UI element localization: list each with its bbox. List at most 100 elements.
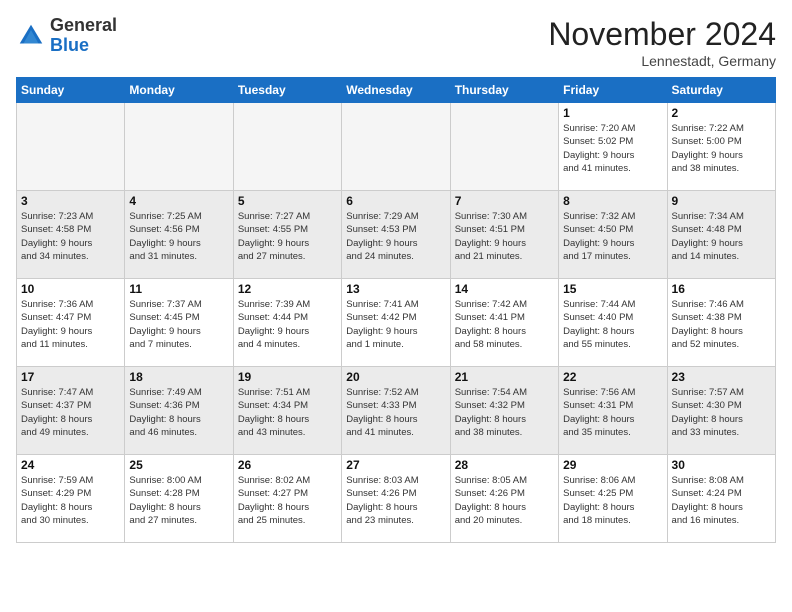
day-info: Sunrise: 7:32 AM Sunset: 4:50 PM Dayligh… [563, 210, 662, 263]
day-info: Sunrise: 7:49 AM Sunset: 4:36 PM Dayligh… [129, 386, 228, 439]
logo-blue: Blue [50, 35, 89, 55]
day-number: 26 [238, 458, 337, 472]
day-number: 10 [21, 282, 120, 296]
day-number: 18 [129, 370, 228, 384]
calendar: Sunday Monday Tuesday Wednesday Thursday… [16, 77, 776, 543]
calendar-day: 17 Sunrise: 7:47 AM Sunset: 4:37 PM Dayli… [17, 367, 125, 455]
day-number: 4 [129, 194, 228, 208]
calendar-day: 25 Sunrise: 8:00 AM Sunset: 4:28 PM Dayli… [125, 455, 233, 543]
col-saturday: Saturday [667, 78, 775, 103]
calendar-day: 9Sunrise: 7:34 AM Sunset: 4:48 PM Daylig… [667, 191, 775, 279]
calendar-day: 12Sunrise: 7:39 AM Sunset: 4:44 PM Dayli… [233, 279, 341, 367]
calendar-week-2: 10 Sunrise: 7:36 AM Sunset: 4:47 PM Dayli… [17, 279, 776, 367]
calendar-day [17, 103, 125, 191]
calendar-day [125, 103, 233, 191]
calendar-day: 10 Sunrise: 7:36 AM Sunset: 4:47 PM Dayli… [17, 279, 125, 367]
calendar-day: 28Sunrise: 8:05 AM Sunset: 4:26 PM Dayli… [450, 455, 558, 543]
day-info: Sunrise: 7:39 AM Sunset: 4:44 PM Dayligh… [238, 298, 337, 351]
calendar-day: 3Sunrise: 7:23 AM Sunset: 4:58 PM Daylig… [17, 191, 125, 279]
day-number: 22 [563, 370, 662, 384]
day-number: 23 [672, 370, 771, 384]
logo-text: General Blue [50, 16, 117, 56]
day-info: Sunrise: 8:08 AM Sunset: 4:24 PM Dayligh… [672, 474, 771, 527]
day-info: Sunrise: 7:27 AM Sunset: 4:55 PM Dayligh… [238, 210, 337, 263]
calendar-day: 23 Sunrise: 7:57 AM Sunset: 4:30 PM Dayli… [667, 367, 775, 455]
day-info: Sunrise: 8:03 AM Sunset: 4:26 PM Dayligh… [346, 474, 445, 527]
day-info: Sunrise: 8:02 AM Sunset: 4:27 PM Dayligh… [238, 474, 337, 527]
calendar-day: 5Sunrise: 7:27 AM Sunset: 4:55 PM Daylig… [233, 191, 341, 279]
calendar-day: 1 Sunrise: 7:20 AM Sunset: 5:02 PM Daylig… [559, 103, 667, 191]
day-number: 19 [238, 370, 337, 384]
calendar-day: 29Sunrise: 8:06 AM Sunset: 4:25 PM Dayli… [559, 455, 667, 543]
calendar-day [342, 103, 450, 191]
logo: General Blue [16, 16, 117, 56]
day-info: Sunrise: 7:59 AM Sunset: 4:29 PM Dayligh… [21, 474, 120, 527]
calendar-day: 24 Sunrise: 7:59 AM Sunset: 4:29 PM Dayli… [17, 455, 125, 543]
day-info: Sunrise: 7:44 AM Sunset: 4:40 PM Dayligh… [563, 298, 662, 351]
calendar-header: Sunday Monday Tuesday Wednesday Thursday… [17, 78, 776, 103]
day-info: Sunrise: 7:52 AM Sunset: 4:33 PM Dayligh… [346, 386, 445, 439]
day-number: 6 [346, 194, 445, 208]
location: Lennestadt, Germany [548, 53, 776, 69]
col-wednesday: Wednesday [342, 78, 450, 103]
day-info: Sunrise: 7:34 AM Sunset: 4:48 PM Dayligh… [672, 210, 771, 263]
day-number: 25 [129, 458, 228, 472]
day-info: Sunrise: 7:54 AM Sunset: 4:32 PM Dayligh… [455, 386, 554, 439]
calendar-day: 15Sunrise: 7:44 AM Sunset: 4:40 PM Dayli… [559, 279, 667, 367]
day-info: Sunrise: 7:47 AM Sunset: 4:37 PM Dayligh… [21, 386, 120, 439]
calendar-day: 20 Sunrise: 7:52 AM Sunset: 4:33 PM Dayli… [342, 367, 450, 455]
calendar-day: 6 Sunrise: 7:29 AM Sunset: 4:53 PM Daylig… [342, 191, 450, 279]
day-info: Sunrise: 8:06 AM Sunset: 4:25 PM Dayligh… [563, 474, 662, 527]
header: General Blue November 2024 Lennestadt, G… [16, 16, 776, 69]
title-area: November 2024 Lennestadt, Germany [548, 16, 776, 69]
day-number: 13 [346, 282, 445, 296]
page: General Blue November 2024 Lennestadt, G… [0, 0, 792, 551]
calendar-day: 19 Sunrise: 7:51 AM Sunset: 4:34 PM Dayli… [233, 367, 341, 455]
day-info: Sunrise: 7:22 AM Sunset: 5:00 PM Dayligh… [672, 122, 771, 175]
day-number: 30 [672, 458, 771, 472]
col-friday: Friday [559, 78, 667, 103]
day-number: 17 [21, 370, 120, 384]
calendar-day: 30 Sunrise: 8:08 AM Sunset: 4:24 PM Dayli… [667, 455, 775, 543]
day-info: Sunrise: 7:42 AM Sunset: 4:41 PM Dayligh… [455, 298, 554, 351]
day-info: Sunrise: 8:00 AM Sunset: 4:28 PM Dayligh… [129, 474, 228, 527]
day-info: Sunrise: 7:23 AM Sunset: 4:58 PM Dayligh… [21, 210, 120, 263]
calendar-day: 13Sunrise: 7:41 AM Sunset: 4:42 PM Dayli… [342, 279, 450, 367]
day-info: Sunrise: 7:56 AM Sunset: 4:31 PM Dayligh… [563, 386, 662, 439]
day-number: 11 [129, 282, 228, 296]
logo-general: General [50, 15, 117, 35]
day-info: Sunrise: 7:25 AM Sunset: 4:56 PM Dayligh… [129, 210, 228, 263]
day-number: 20 [346, 370, 445, 384]
calendar-day: 2Sunrise: 7:22 AM Sunset: 5:00 PM Daylig… [667, 103, 775, 191]
calendar-day: 26 Sunrise: 8:02 AM Sunset: 4:27 PM Dayli… [233, 455, 341, 543]
day-info: Sunrise: 7:29 AM Sunset: 4:53 PM Dayligh… [346, 210, 445, 263]
day-number: 1 [563, 106, 662, 120]
calendar-day [233, 103, 341, 191]
col-thursday: Thursday [450, 78, 558, 103]
day-number: 21 [455, 370, 554, 384]
col-tuesday: Tuesday [233, 78, 341, 103]
day-info: Sunrise: 7:37 AM Sunset: 4:45 PM Dayligh… [129, 298, 228, 351]
day-info: Sunrise: 7:30 AM Sunset: 4:51 PM Dayligh… [455, 210, 554, 263]
col-sunday: Sunday [17, 78, 125, 103]
day-info: Sunrise: 7:46 AM Sunset: 4:38 PM Dayligh… [672, 298, 771, 351]
day-number: 16 [672, 282, 771, 296]
calendar-body: 1 Sunrise: 7:20 AM Sunset: 5:02 PM Daylig… [17, 103, 776, 543]
day-number: 14 [455, 282, 554, 296]
day-info: Sunrise: 7:36 AM Sunset: 4:47 PM Dayligh… [21, 298, 120, 351]
calendar-day: 21 Sunrise: 7:54 AM Sunset: 4:32 PM Dayli… [450, 367, 558, 455]
day-info: Sunrise: 7:20 AM Sunset: 5:02 PM Dayligh… [563, 122, 662, 175]
day-number: 7 [455, 194, 554, 208]
calendar-day: 27 Sunrise: 8:03 AM Sunset: 4:26 PM Dayli… [342, 455, 450, 543]
day-number: 28 [455, 458, 554, 472]
calendar-day: 8Sunrise: 7:32 AM Sunset: 4:50 PM Daylig… [559, 191, 667, 279]
calendar-day: 7 Sunrise: 7:30 AM Sunset: 4:51 PM Daylig… [450, 191, 558, 279]
day-number: 27 [346, 458, 445, 472]
calendar-day [450, 103, 558, 191]
day-info: Sunrise: 7:57 AM Sunset: 4:30 PM Dayligh… [672, 386, 771, 439]
calendar-week-1: 3Sunrise: 7:23 AM Sunset: 4:58 PM Daylig… [17, 191, 776, 279]
logo-icon [16, 21, 46, 51]
day-number: 24 [21, 458, 120, 472]
month-title: November 2024 [548, 16, 776, 53]
day-info: Sunrise: 7:51 AM Sunset: 4:34 PM Dayligh… [238, 386, 337, 439]
